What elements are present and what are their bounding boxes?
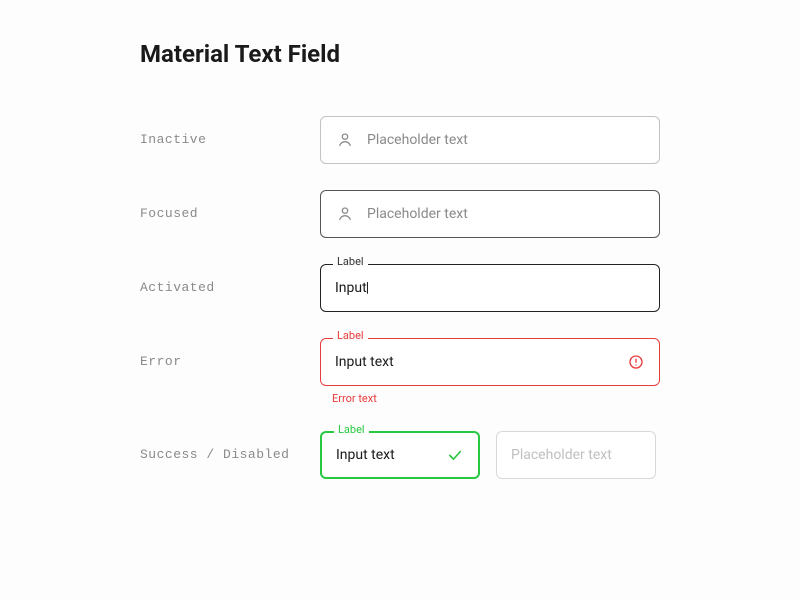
- floating-label: Label: [333, 330, 368, 341]
- row-error: Error Label Input text Error text: [140, 338, 800, 405]
- placeholder-text: Placeholder text: [367, 132, 468, 148]
- floating-label: Label: [334, 424, 369, 435]
- state-label-success-disabled: Success / Disabled: [140, 431, 320, 462]
- row-focused: Focused Placeholder text: [140, 190, 800, 238]
- textfield-activated[interactable]: Label Input: [320, 264, 660, 312]
- state-label-inactive: Inactive: [140, 116, 320, 147]
- textfield-disabled: Placeholder text: [496, 431, 656, 479]
- textfield-error[interactable]: Label Input text: [320, 338, 660, 386]
- person-icon: [335, 204, 355, 224]
- input-value: Input: [335, 280, 369, 296]
- page-title: Material Text Field: [140, 40, 800, 68]
- person-icon: [335, 130, 355, 150]
- input-value: Input text: [336, 447, 395, 463]
- placeholder-text: Placeholder text: [511, 447, 612, 463]
- state-label-activated: Activated: [140, 264, 320, 295]
- textfield-success[interactable]: Label Input text: [320, 431, 480, 479]
- textfield-inactive[interactable]: Placeholder text: [320, 116, 660, 164]
- state-label-error: Error: [140, 338, 320, 369]
- row-activated: Activated Label Input: [140, 264, 800, 312]
- row-inactive: Inactive Placeholder text: [140, 116, 800, 164]
- floating-label: Label: [333, 256, 368, 267]
- textfield-focused[interactable]: Placeholder text: [320, 190, 660, 238]
- input-value: Input text: [335, 354, 394, 370]
- row-success-disabled: Success / Disabled Label Input text Plac…: [140, 431, 800, 479]
- error-helper-text: Error text: [320, 392, 660, 405]
- check-icon: [446, 446, 464, 464]
- state-label-focused: Focused: [140, 190, 320, 221]
- error-circle-icon: [627, 353, 645, 371]
- placeholder-text: Placeholder text: [367, 206, 468, 222]
